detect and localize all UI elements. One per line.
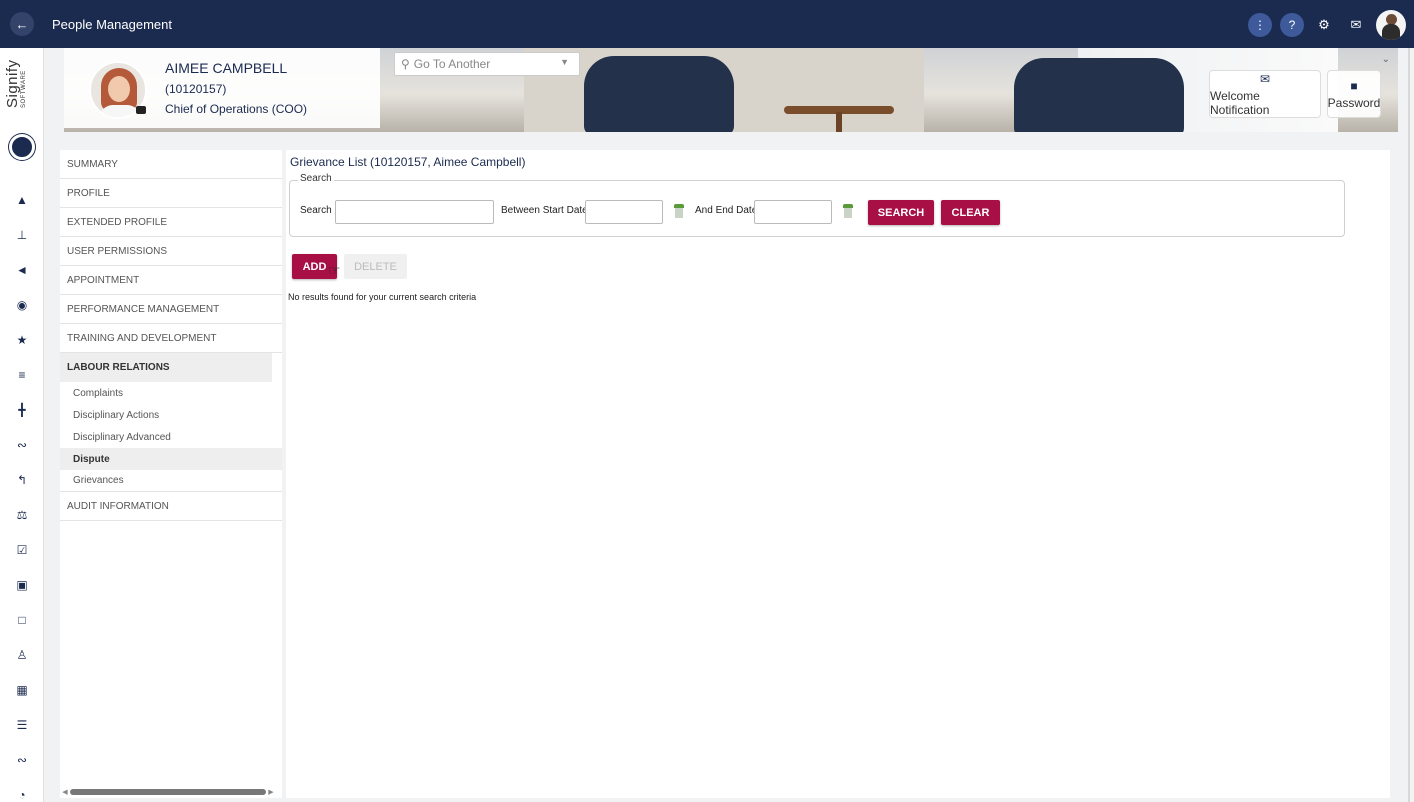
envelope-icon: ✉ <box>1259 71 1271 86</box>
graduation-cap-icon[interactable]: ◄ <box>0 252 44 287</box>
page-title: Grievance List (10120157, Aimee Campbell… <box>290 155 526 169</box>
pie-chart-icon[interactable]: ◔ <box>0 777 44 802</box>
search-button[interactable]: SEARCH <box>868 200 934 225</box>
password-label: Password <box>1327 95 1381 110</box>
submenu-item-grievances[interactable]: Grievances <box>60 470 282 492</box>
hand-cursor-icon: ☞ <box>328 262 341 278</box>
sliders-icon[interactable]: ≡ <box>0 357 44 392</box>
employee-id: (10120157) <box>165 82 227 96</box>
welcome-notification-label: Welcome Notification <box>1210 88 1270 117</box>
org-chart-icon[interactable]: ⊥ <box>0 217 44 252</box>
start-date-label: Between Start Date <box>501 205 588 216</box>
submenu-item-disciplinary-advanced[interactable]: Disciplinary Advanced <box>60 426 282 448</box>
menu-item-appointment[interactable]: APPOINTMENT <box>60 266 282 295</box>
menu-horizontal-scrollbar[interactable]: ◀ ▶ <box>60 786 282 798</box>
delete-button[interactable]: DELETE <box>344 254 407 279</box>
go-to-another-select[interactable]: ⚲ Go To Another ▼ <box>394 52 580 76</box>
checkbox-icon[interactable]: ☑ <box>0 532 44 567</box>
signpost-icon[interactable]: ╋ <box>0 392 44 427</box>
menu-item-labour-relations[interactable]: LABOUR RELATIONS <box>60 353 272 382</box>
search-label: Search <box>300 205 332 216</box>
start-date-input[interactable] <box>585 200 663 224</box>
banner-chair-right <box>1014 58 1184 132</box>
right-gutter <box>1390 132 1414 802</box>
megaphone-icon[interactable]: ▲ <box>0 182 44 217</box>
welcome-notification-button[interactable]: ✉ Welcome Notification <box>1209 70 1321 118</box>
list-icon[interactable]: ☰ <box>0 707 44 742</box>
top-bar: ← People Management ⋮ ? ⚙ ✉ <box>0 0 1414 48</box>
top-actions: ⋮ ? ⚙ ✉ <box>1248 10 1406 40</box>
handshake-icon[interactable]: ∾ <box>0 427 44 462</box>
menu-item-performance-management[interactable]: PERFORMANCE MANAGEMENT <box>60 295 282 324</box>
no-results-message: No results found for your current search… <box>288 292 477 302</box>
mail-icon[interactable]: ✉ <box>1344 13 1368 37</box>
menu-item-training-and-development[interactable]: TRAINING AND DEVELOPMENT <box>60 324 282 353</box>
app-title: People Management <box>52 16 172 32</box>
end-date-input[interactable] <box>754 200 832 224</box>
main-content: Grievance List (10120157, Aimee Campbell… <box>286 150 1390 798</box>
scroll-right-icon[interactable]: ▶ <box>266 788 276 796</box>
search-icon: ⚲ <box>401 57 410 71</box>
add-user-icon[interactable]: ♙ <box>0 637 44 672</box>
id-badge-icon[interactable]: ▦ <box>0 672 44 707</box>
help-icon[interactable]: ? <box>1280 13 1304 37</box>
camera-icon[interactable] <box>136 106 146 114</box>
submenu-item-complaints[interactable]: Complaints <box>60 382 282 404</box>
laptop-icon[interactable]: □ <box>0 602 44 637</box>
section-menu: SUMMARY PROFILE EXTENDED PROFILE USER PE… <box>60 150 282 798</box>
search-legend: Search <box>298 173 334 184</box>
star-icon[interactable]: ★ <box>0 322 44 357</box>
gear-icon[interactable]: ⚙ <box>1312 13 1336 37</box>
go-to-another-placeholder: Go To Another <box>413 57 491 71</box>
more-vertical-icon[interactable]: ⋮ <box>1248 13 1272 37</box>
user-avatar[interactable] <box>1376 10 1406 40</box>
chevron-down-icon[interactable]: ⌄ <box>1382 54 1390 65</box>
menu-item-audit-information[interactable]: AUDIT INFORMATION <box>60 492 282 521</box>
route-icon[interactable]: ↰ <box>0 462 44 497</box>
rail-icon-list: ▲ ⊥ ◄ ◉ ★ ≡ ╋ ∾ ↰ ⚖ ☑ ▣ □ ♙ ▦ ☰ ∾ ◔ <box>0 182 44 802</box>
menu-item-user-permissions[interactable]: USER PERMISSIONS <box>60 237 282 266</box>
search-panel: Search Search Between Start Date And End… <box>289 173 1345 237</box>
briefcase-icon[interactable]: ▣ <box>0 567 44 602</box>
scales-icon[interactable]: ⚖ <box>0 497 44 532</box>
logo-mark-icon <box>9 134 35 160</box>
lock-icon: ■ <box>1350 78 1358 93</box>
scroll-left-icon[interactable]: ◀ <box>60 788 70 796</box>
banner-table-leg <box>836 112 842 132</box>
logo: Signify SOFTWARE <box>4 28 27 108</box>
chevron-down-icon: ▼ <box>560 57 569 67</box>
clear-button[interactable]: CLEAR <box>941 200 1000 225</box>
password-button[interactable]: ■ Password <box>1327 70 1381 118</box>
calendar-icon[interactable] <box>843 204 853 218</box>
employee-title: Chief of Operations (COO) <box>165 102 308 116</box>
employee-name: AIMEE CAMPBELL <box>165 60 288 76</box>
handshake-2-icon[interactable]: ∾ <box>0 742 44 777</box>
profile-card: AIMEE CAMPBELL (10120157) Chief of Opera… <box>64 48 380 128</box>
logo-subtext: SOFTWARE <box>21 70 27 108</box>
calendar-icon[interactable] <box>674 204 684 218</box>
submenu-item-dispute[interactable]: Dispute <box>60 448 282 470</box>
compass-icon[interactable]: ◉ <box>0 287 44 322</box>
banner-chair-left <box>584 56 734 132</box>
menu-item-extended-profile[interactable]: EXTENDED PROFILE <box>60 208 282 237</box>
logo-text: Signify <box>4 59 21 108</box>
icon-rail: Signify SOFTWARE ▲ ⊥ ◄ ◉ ★ ≡ ╋ ∾ ↰ ⚖ ☑ ▣… <box>0 48 44 802</box>
search-input[interactable] <box>335 200 494 224</box>
scroll-thumb[interactable] <box>70 789 266 795</box>
menu-item-summary[interactable]: SUMMARY <box>60 150 282 179</box>
end-date-label: And End Date <box>695 205 758 216</box>
page-scrollbar[interactable] <box>1408 48 1410 802</box>
submenu-item-disciplinary-actions[interactable]: Disciplinary Actions <box>60 404 282 426</box>
profile-banner: AIMEE CAMPBELL (10120157) Chief of Opera… <box>64 48 1398 132</box>
menu-item-profile[interactable]: PROFILE <box>60 179 282 208</box>
